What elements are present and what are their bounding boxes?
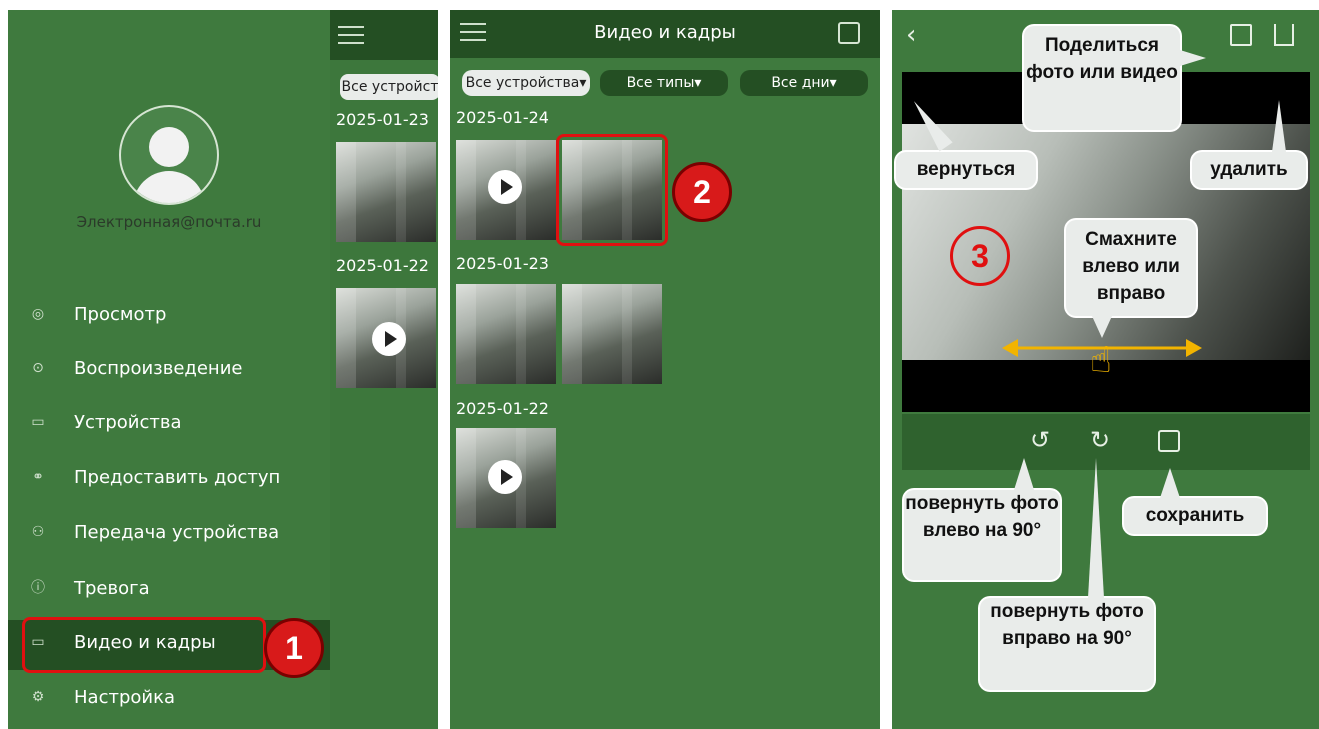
- thumbnail[interactable]: [562, 284, 662, 384]
- date-label: 2025-01-24: [456, 108, 549, 127]
- hand-pointer-icon: ☝: [1090, 340, 1112, 381]
- alarm-icon: ⓘ: [31, 580, 45, 596]
- callout-tail: [1160, 468, 1180, 498]
- menu-item-view[interactable]: ◎ Просмотр: [8, 292, 330, 340]
- bottom-toolbar: ↺ ↻: [902, 414, 1310, 470]
- play-icon: [372, 322, 406, 356]
- callout-save: сохранить: [1124, 498, 1266, 534]
- settings-icon: ⚙: [31, 689, 45, 705]
- menu-item-share-access[interactable]: ⚭ Предоставить доступ: [8, 455, 330, 503]
- underlying-list-preview: Все устройст 2025-01-23 2025-01-22: [330, 10, 438, 729]
- rotate-right-icon[interactable]: ↻: [1090, 426, 1110, 454]
- callout-rotate-right: повернуть фото вправо на 90°: [980, 598, 1154, 690]
- highlight-frame: [22, 617, 266, 673]
- callout-tail: [1092, 316, 1112, 338]
- date-label: 2025-01-22: [336, 256, 429, 275]
- menu-item-label: Устройства: [74, 412, 182, 433]
- side-menu-screen: Электронная@почта.ru ◎ Просмотр ⊙ Воспро…: [8, 10, 438, 729]
- page-title: Видео и кадры: [594, 22, 736, 43]
- rotate-left-icon[interactable]: ↺: [1030, 426, 1050, 454]
- save-icon[interactable]: [1158, 430, 1180, 452]
- menu-item-label: Тревога: [74, 578, 150, 599]
- highlight-frame: [556, 134, 668, 246]
- date-label: 2025-01-23: [336, 110, 429, 129]
- menu-item-label: Просмотр: [74, 304, 167, 325]
- transfer-device-icon: ⚇: [31, 524, 45, 540]
- filter-days[interactable]: Все дни▾: [740, 70, 868, 96]
- callout-rotate-left: повернуть фото влево на 90°: [904, 490, 1060, 580]
- avatar-body: [133, 171, 205, 203]
- menu-item-playback[interactable]: ⊙ Воспроизведение: [8, 346, 330, 394]
- menu-item-devices[interactable]: ▭ Устройства: [8, 400, 330, 448]
- callout-delete: удалить: [1192, 152, 1306, 188]
- eye-icon: ◎: [31, 306, 45, 322]
- share-access-icon: ⚭: [32, 469, 44, 485]
- avatar[interactable]: [119, 105, 219, 205]
- callout-back: вернуться: [896, 152, 1036, 188]
- callout-tail: [1014, 458, 1034, 490]
- step-badge: 2: [672, 162, 732, 222]
- thumbnail[interactable]: [456, 284, 556, 384]
- step-badge: 1: [264, 618, 324, 678]
- thumbnail[interactable]: [336, 142, 436, 242]
- delete-icon[interactable]: [1274, 24, 1294, 46]
- callout-share: Поделиться фото или видео: [1024, 26, 1180, 130]
- thumbnail[interactable]: [456, 140, 556, 240]
- menu-item-label: Воспроизведение: [74, 358, 243, 379]
- devices-icon: ▭: [31, 414, 45, 430]
- callout-swipe: Смахните влево или вправо: [1066, 220, 1196, 316]
- top-bar: Видео и кадры: [450, 10, 880, 58]
- thumbnail[interactable]: [456, 428, 556, 528]
- date-label: 2025-01-22: [456, 399, 549, 418]
- edit-icon[interactable]: [838, 22, 860, 44]
- top-bar: [330, 10, 438, 60]
- video-frames-screen: Видео и кадры Все устройства▾ Все типы▾ …: [450, 10, 880, 729]
- share-icon[interactable]: [1230, 24, 1252, 46]
- date-label: 2025-01-23: [456, 254, 549, 273]
- thumbnail[interactable]: [336, 288, 436, 388]
- menu-item-label: Предоставить доступ: [74, 467, 281, 488]
- play-icon: [488, 460, 522, 494]
- menu-icon[interactable]: [338, 26, 364, 44]
- filter-devices[interactable]: Все устройства▾: [462, 70, 590, 96]
- menu-item-transfer-device[interactable]: ⚇ Передача устройства: [8, 510, 330, 558]
- callout-tail: [1272, 100, 1286, 152]
- menu-item-settings[interactable]: ⚙ Настройка: [8, 675, 330, 723]
- play-icon: [488, 170, 522, 204]
- avatar-head: [149, 127, 189, 167]
- user-email: Электронная@почта.ru: [76, 213, 262, 231]
- filter-types[interactable]: Все типы▾: [600, 70, 728, 96]
- photo-viewer-screen: ‹ 1/3 ↺ ↻ ☝ 3 Поделиться фото или видео …: [892, 10, 1319, 729]
- playback-icon: ⊙: [32, 360, 44, 376]
- step-badge: 3: [950, 226, 1010, 286]
- callout-tail: [1180, 50, 1206, 66]
- menu-item-label: Передача устройства: [74, 522, 280, 543]
- menu-item-label: Настройка: [74, 687, 175, 708]
- callout-tail: [1088, 458, 1104, 598]
- filter-devices[interactable]: Все устройст: [340, 74, 438, 100]
- menu-item-alarm[interactable]: ⓘ Тревога: [8, 566, 330, 614]
